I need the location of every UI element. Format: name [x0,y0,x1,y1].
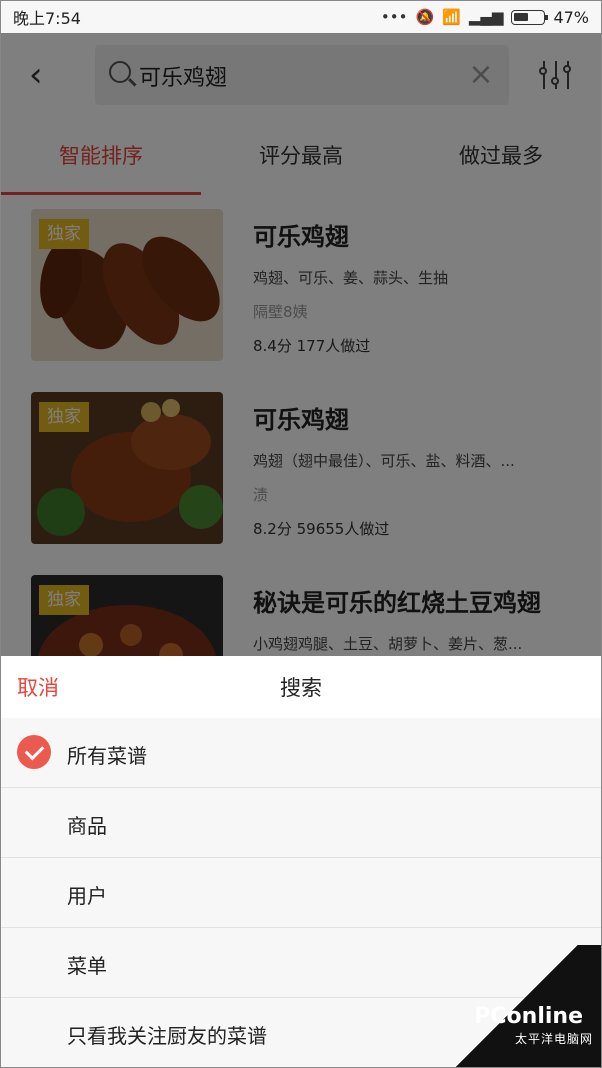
status-time: 晚上7:54 [13,9,81,28]
option-label: 菜单 [67,954,107,978]
wifi-icon: 📶 [442,8,461,26]
battery-percent: 47% [553,7,589,27]
option-label: 只看我关注厨友的菜谱 [67,1024,267,1048]
pconline-watermark: PConline 太平洋电脑网 [431,945,601,1067]
sheet-title: 搜索 [280,676,322,700]
watermark-logo: PConline [474,1004,583,1029]
cancel-button[interactable]: 取消 [17,672,59,702]
option-all-recipes[interactable]: 所有菜谱 [1,718,601,788]
battery-icon [511,9,549,25]
search-results-page: ‹ 可乐鸡翅 × 智能排序 评分最高 做过最多 [1,33,601,1067]
mute-bell-icon: 🔕 [415,8,435,26]
checkmark-icon [17,735,51,769]
more-dots-icon: ••• [380,8,408,26]
option-label: 用户 [67,884,107,908]
option-products[interactable]: 商品 [1,788,601,858]
sheet-header: 搜索 取消 [1,656,601,718]
signal-icon: ▂▄▆ [468,8,504,26]
phone-screen: 晚上7:54 ••• 🔕 📶 ▂▄▆ 47% ‹ 可乐鸡翅 × [0,0,602,1068]
option-users[interactable]: 用户 [1,858,601,928]
status-bar: 晚上7:54 ••• 🔕 📶 ▂▄▆ 47% [1,1,601,33]
status-icons: ••• 🔕 📶 ▂▄▆ 47% [381,8,589,27]
watermark-subtitle: 太平洋电脑网 [514,1032,593,1046]
option-label: 商品 [67,814,107,838]
option-label: 所有菜谱 [67,744,147,768]
